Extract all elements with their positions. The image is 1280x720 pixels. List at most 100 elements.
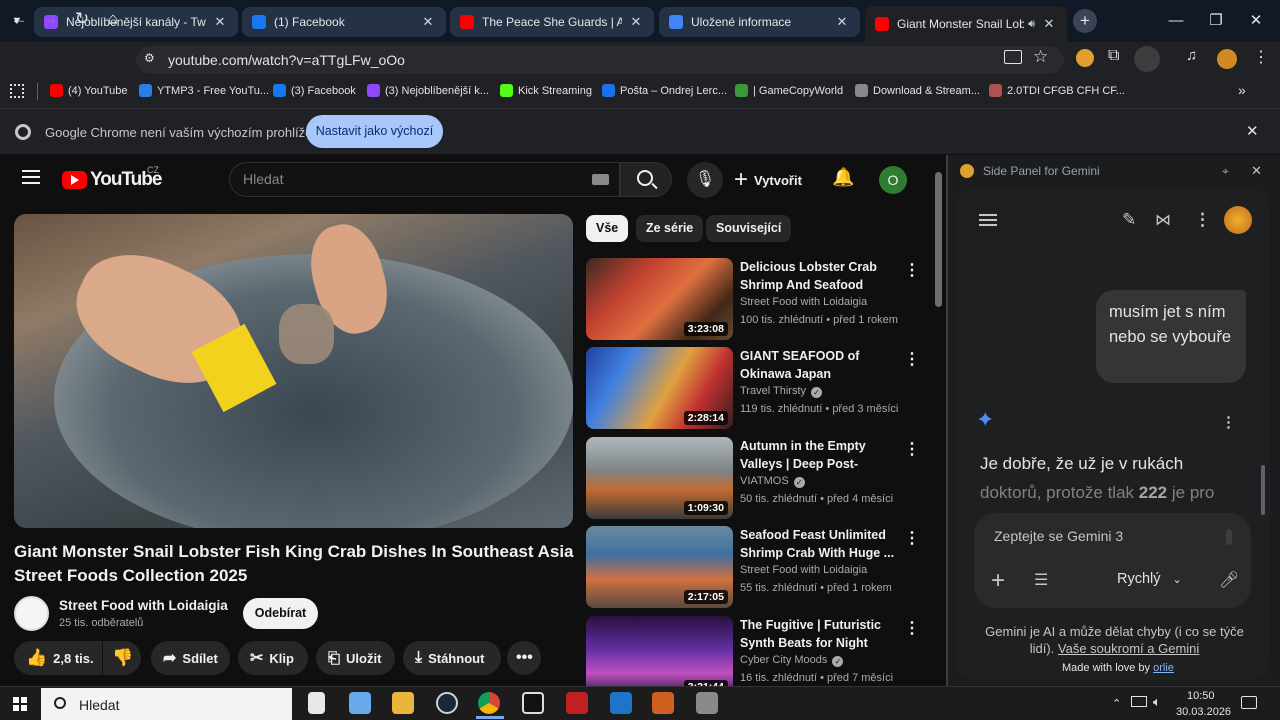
- bookmark-item[interactable]: YTMP3 - Free YouTu...: [139, 84, 269, 97]
- extension-avatar-icon[interactable]: [1076, 49, 1094, 67]
- recommended-video[interactable]: 1:09:30 Autumn in the Empty Valleys | Dee…: [586, 437, 926, 519]
- volume-icon[interactable]: 🔈︎: [1153, 694, 1161, 710]
- video-options-icon[interactable]: ⋮: [904, 260, 920, 280]
- browser-tab[interactable]: Uložené informace ✕: [659, 7, 860, 37]
- close-tab-icon[interactable]: ✕: [212, 14, 228, 30]
- url-text[interactable]: youtube.com/watch?v=aTTgLFw_oOo: [168, 52, 405, 68]
- side-panel-icon[interactable]: [1134, 46, 1160, 72]
- tray-chevron-icon[interactable]: ⌃: [1112, 697, 1121, 710]
- bookmark-item[interactable]: Download & Stream...: [855, 84, 980, 97]
- dislike-button[interactable]: 👎: [103, 641, 141, 675]
- chat-scrollbar[interactable]: [1261, 465, 1265, 515]
- close-tab-icon[interactable]: ✕: [834, 14, 850, 30]
- profile-avatar[interactable]: [1217, 49, 1237, 69]
- mode-selector[interactable]: Rychlý ⌄: [1117, 571, 1182, 587]
- more-actions-button[interactable]: •••: [507, 641, 541, 675]
- filter-chip[interactable]: Ze série: [636, 215, 704, 242]
- bookmark-item[interactable]: (4) YouTube: [50, 84, 128, 97]
- app-red-icon[interactable]: [566, 692, 588, 714]
- page-scrollbar[interactable]: [935, 172, 942, 307]
- bookmark-item[interactable]: | GameCopyWorld: [735, 84, 843, 97]
- video-thumbnail[interactable]: 2:17:05: [586, 526, 733, 608]
- recommended-channel[interactable]: Cyber City Moods ✓: [740, 654, 844, 667]
- minimize-button[interactable]: —: [1163, 8, 1189, 34]
- app-gray-icon[interactable]: [696, 692, 718, 714]
- channel-avatar[interactable]: [14, 596, 49, 631]
- close-window-button[interactable]: ✕: [1243, 8, 1269, 34]
- video-player[interactable]: [14, 214, 573, 528]
- video-thumbnail[interactable]: 2:28:14: [586, 347, 733, 429]
- chrome-menu-icon[interactable]: ⋮: [1253, 47, 1269, 67]
- video-thumbnail[interactable]: 3:23:08: [586, 258, 733, 340]
- close-tab-icon[interactable]: ✕: [1041, 16, 1057, 32]
- gemini-menu-icon[interactable]: [979, 214, 997, 226]
- browser-tab[interactable]: The Peace She Guards | Ambien ✕: [450, 7, 654, 37]
- search-box[interactable]: [229, 162, 620, 197]
- create-button[interactable]: + Vytvořit: [734, 166, 802, 194]
- pin-panel-icon[interactable]: ⌖: [1222, 164, 1229, 179]
- filter-chip[interactable]: Vše: [586, 215, 629, 242]
- account-avatar[interactable]: O: [879, 166, 907, 194]
- notifications-icon[interactable]: [1241, 696, 1257, 709]
- new-tab-button[interactable]: +: [1073, 9, 1097, 33]
- recommended-channel[interactable]: Street Food with Loidaigia: [740, 296, 867, 308]
- filter-chip[interactable]: Související: [706, 215, 792, 242]
- recommended-video-title[interactable]: Delicious Lobster Crab Shrimp And Seafoo…: [740, 259, 902, 294]
- video-options-icon[interactable]: ⋮: [904, 528, 920, 548]
- share-button[interactable]: ➦ Sdílet: [151, 641, 230, 675]
- extensions-puzzle-icon[interactable]: ⧉: [1108, 47, 1119, 65]
- recommended-video-title[interactable]: The Fugitive | Futuristic Synth Beats fo…: [740, 617, 902, 652]
- close-tab-icon[interactable]: ✕: [420, 14, 436, 30]
- video-options-icon[interactable]: ⋮: [904, 349, 920, 369]
- install-app-icon[interactable]: [1004, 50, 1022, 64]
- save-button[interactable]: ⎗ Uložit: [316, 641, 395, 675]
- reload-button[interactable]: ↻: [69, 6, 95, 32]
- bookmark-item[interactable]: 2.0TDI CFGB CFH CF...: [989, 84, 1125, 97]
- recommended-channel[interactable]: Street Food with Loidaigia: [740, 564, 867, 576]
- close-panel-icon[interactable]: ✕: [1251, 163, 1262, 179]
- new-chat-icon[interactable]: ✎: [1122, 210, 1136, 230]
- set-default-button[interactable]: Nastavit jako výchozí: [306, 115, 443, 148]
- bookmark-star-icon[interactable]: ☆: [1033, 47, 1048, 67]
- video-thumbnail[interactable]: 1:09:30: [586, 437, 733, 519]
- bookmark-item[interactable]: Kick Streaming: [500, 84, 592, 97]
- bookmark-item[interactable]: Pošta – Ondrej Lerc...: [602, 84, 727, 97]
- tools-icon[interactable]: ☰: [1034, 570, 1048, 590]
- clock-date[interactable]: 30.03.2026: [1176, 706, 1231, 718]
- microphone-icon[interactable]: 🎤︎: [1219, 570, 1239, 590]
- taskbar-search-input[interactable]: Hledat: [79, 697, 119, 713]
- response-more-icon[interactable]: ⋮: [1221, 413, 1236, 431]
- recommended-video[interactable]: 3:23:08 Delicious Lobster Crab Shrimp And…: [586, 258, 926, 340]
- voice-search-button[interactable]: 🎙: [687, 162, 723, 198]
- maximize-button[interactable]: ❐: [1203, 8, 1229, 34]
- recommended-video[interactable]: 2:28:14 GIANT SEAFOOD of Okinawa Japan Tra…: [586, 347, 926, 429]
- clock-time[interactable]: 10:50: [1187, 690, 1215, 702]
- back-button[interactable]: ←: [6, 6, 32, 32]
- bookmark-item[interactable]: (3) Nejoblíbenější k...: [367, 84, 489, 97]
- recommended-video[interactable]: 2:17:05 Seafood Feast Unlimited Shrimp Cr…: [586, 526, 926, 608]
- like-button[interactable]: 👍 2,8 tis.: [14, 641, 102, 675]
- channel-name[interactable]: Street Food with Loidaigia: [59, 598, 228, 613]
- recommended-video-title[interactable]: Autumn in the Empty Valleys | Deep Post-…: [740, 438, 902, 473]
- photos-icon[interactable]: [349, 692, 371, 714]
- download-button[interactable]: ⤓ Stáhnout: [403, 641, 501, 675]
- media-control-icon[interactable]: ♫: [1186, 47, 1197, 64]
- author-link[interactable]: orlie: [1153, 662, 1174, 674]
- recommended-video-title[interactable]: Seafood Feast Unlimited Shrimp Crab With…: [740, 527, 902, 562]
- browser-tab[interactable]: (1) Facebook ✕: [242, 7, 446, 37]
- prompt-input[interactable]: Zeptejte se Gemini 3: [994, 528, 1123, 544]
- guide-menu-icon[interactable]: [22, 170, 40, 184]
- steam-icon[interactable]: [436, 692, 458, 714]
- recommended-channel[interactable]: Travel Thirsty ✓: [740, 385, 823, 398]
- recommended-video-title[interactable]: GIANT SEAFOOD of Okinawa Japan: [740, 348, 902, 383]
- app-triangle-icon[interactable]: [522, 692, 544, 714]
- gemini-account-avatar[interactable]: [1224, 206, 1252, 234]
- home-button[interactable]: ⌂: [100, 6, 126, 32]
- chrome-taskbar-icon[interactable]: [478, 692, 500, 714]
- add-attachment-icon[interactable]: +: [991, 567, 1005, 595]
- network-icon[interactable]: [1131, 696, 1147, 707]
- recommended-channel[interactable]: VIATMOS ✓: [740, 475, 805, 488]
- search-input[interactable]: Hledat: [243, 171, 283, 187]
- windows-start-icon[interactable]: [13, 697, 27, 711]
- browser-tab[interactable]: Giant Monster Snail Lobster🔊︎ ✕: [865, 6, 1067, 42]
